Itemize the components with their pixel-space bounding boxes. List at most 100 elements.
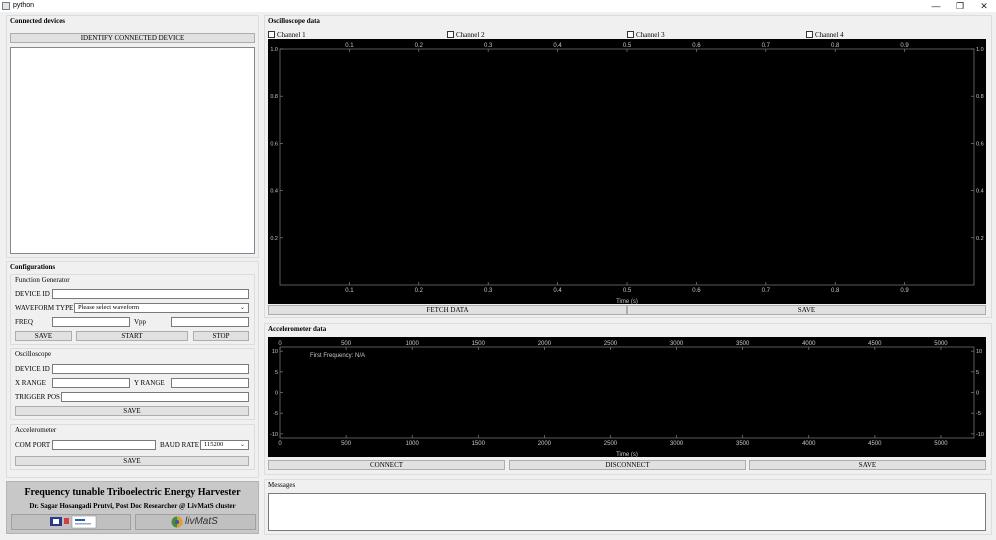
- x-tick-label-bottom: 0.4: [553, 288, 562, 294]
- waveform-type-select[interactable]: Please select waveform ⌄: [74, 303, 249, 313]
- y-tick-label-left: -10: [270, 432, 278, 438]
- channel-2-label: Channel 2: [456, 31, 485, 39]
- fg-start-button[interactable]: START: [76, 331, 188, 341]
- accelerometer-config-title: Accelerometer: [15, 426, 57, 434]
- oscilloscope-config-title: Oscilloscope: [15, 350, 52, 358]
- channel-3-checkbox[interactable]: Channel 3: [627, 31, 665, 39]
- accel-save-data-button[interactable]: SAVE: [749, 460, 986, 470]
- fg-device-id-input[interactable]: [52, 289, 249, 299]
- baud-rate-value: 115200: [204, 441, 224, 448]
- x-tick-label-bottom: 0.8: [831, 288, 840, 294]
- x-tick-label-top: 4000: [802, 341, 816, 347]
- channel-4-checkbox[interactable]: Channel 4: [806, 31, 844, 39]
- x-tick-label-top: 3000: [670, 341, 684, 347]
- x-tick-label-bottom: 0.7: [762, 288, 771, 294]
- accel-save-button[interactable]: SAVE: [15, 456, 249, 466]
- com-port-label: COM PORT: [15, 441, 51, 449]
- connect-button[interactable]: CONNECT: [268, 460, 505, 470]
- trigger-pos-label: TRIGGER POS: [15, 393, 60, 401]
- fg-save-button[interactable]: SAVE: [15, 331, 72, 341]
- trigger-pos-input[interactable]: [61, 392, 249, 402]
- x-tick-label-top: 1500: [472, 341, 486, 347]
- x-tick-label-bottom: 4000: [802, 441, 816, 447]
- identify-device-button[interactable]: IDENTIFY CONNECTED DEVICE: [10, 33, 255, 43]
- x-tick-label-top: 2500: [604, 341, 618, 347]
- checkbox-icon: [447, 31, 454, 38]
- x-tick-label-bottom: 0.2: [415, 288, 424, 294]
- y-tick-label-left: 1.0: [270, 47, 278, 53]
- y-tick-label-left: 5: [275, 370, 278, 376]
- x-tick-label-bottom: 0.5: [623, 288, 632, 294]
- oscilloscope-plot-svg: 0.1 0.1 0.2 0.2 0.3 0.3 0.4 0.4 0.5 0.5 0.6 0.6 0.7 0…: [270, 43, 984, 304]
- x-tick-label-top: 0.3: [484, 43, 493, 49]
- x-tick-label-bottom: 1000: [406, 441, 420, 447]
- y-tick-label-left: -5: [273, 411, 278, 417]
- configurations-title: Configurations: [10, 263, 56, 271]
- x-axis-label: Time (s): [616, 452, 638, 457]
- x-tick-label-top: 0.4: [553, 43, 562, 49]
- fg-stop-button[interactable]: STOP: [193, 331, 249, 341]
- baud-rate-select[interactable]: 115200 ⌄: [200, 440, 249, 450]
- y-tick-label-right: -10: [976, 432, 984, 438]
- x-tick-label-top: 5000: [934, 341, 948, 347]
- accelerometer-plot[interactable]: 0 0 500 500 1000 1000 1500 1500 2000 2000 2500 2500…: [268, 337, 986, 457]
- x-tick-label-top: 0.2: [415, 43, 424, 49]
- function-generator-title: Function Generator: [15, 276, 70, 284]
- channel-4-label: Channel 4: [815, 31, 844, 39]
- x-tick-label-bottom: 0.6: [692, 288, 701, 294]
- x-tick-label-top: 3500: [736, 341, 750, 347]
- x-tick-label-bottom: 3500: [736, 441, 750, 447]
- y-tick-label-left: 0: [275, 391, 278, 397]
- channel-1-checkbox[interactable]: Channel 1: [268, 31, 306, 39]
- chevron-down-icon: ⌄: [239, 442, 245, 448]
- institution-logos: [11, 514, 131, 530]
- device-list[interactable]: [10, 47, 255, 254]
- osc-device-id-input[interactable]: [52, 364, 249, 374]
- oscilloscope-data-title: Oscilloscope data: [268, 17, 320, 25]
- accelerometer-plot-svg: 0050050010001000150015002000200025002500…: [270, 341, 984, 457]
- minimize-icon[interactable]: —: [924, 0, 948, 12]
- restore-icon[interactable]: ❐: [948, 0, 972, 12]
- x-range-input[interactable]: [52, 378, 130, 388]
- y-tick-label-left: 0.2: [270, 236, 278, 242]
- x-tick-label-top: 500: [341, 341, 352, 347]
- y-tick-label-right: 10: [976, 349, 982, 355]
- freq-input[interactable]: [52, 317, 130, 327]
- accelerometer-data-title: Accelerometer data: [268, 325, 327, 333]
- x-tick-label-bottom: 0.9: [900, 288, 909, 294]
- x-tick-label-bottom: 2000: [538, 441, 552, 447]
- x-tick-label-top: 0: [278, 341, 282, 347]
- x-tick-label-top: 0.9: [900, 43, 909, 49]
- y-range-input[interactable]: [171, 378, 249, 388]
- first-frequency-annotation: First Frequency: N/A: [310, 353, 365, 359]
- x-axis-label: Time (s): [616, 299, 638, 304]
- x-tick-label-top: 0.5: [623, 43, 632, 49]
- disconnect-button[interactable]: DISCONNECT: [509, 460, 746, 470]
- y-tick-label-right: 0.6: [976, 141, 984, 147]
- x-tick-label-bottom: 2500: [604, 441, 618, 447]
- x-tick-label-bottom: 0.1: [345, 288, 354, 294]
- scope-save-button[interactable]: SAVE: [627, 305, 986, 315]
- channel-3-label: Channel 3: [636, 31, 665, 39]
- oscilloscope-plot[interactable]: 0.1 0.1 0.2 0.2 0.3 0.3 0.4 0.4 0.5 0.5 0.6 0.6 0.7 0…: [268, 39, 986, 304]
- y-tick-label-right: -5: [976, 411, 981, 417]
- y-tick-label-right: 0.2: [976, 236, 984, 242]
- y-tick-label-left: 10: [272, 349, 278, 355]
- channel-2-checkbox[interactable]: Channel 2: [447, 31, 485, 39]
- x-tick-label-bottom: 0: [278, 441, 282, 447]
- vpp-input[interactable]: [171, 317, 249, 327]
- waveform-type-label: WAVEFORM TYPE: [15, 304, 74, 312]
- com-port-input[interactable]: [52, 440, 156, 450]
- university-logo-icon: [50, 515, 97, 529]
- fetch-data-button[interactable]: FETCH DATA: [268, 305, 627, 315]
- y-tick-label-left: 0.6: [270, 141, 278, 147]
- y-range-label: Y RANGE: [134, 379, 165, 387]
- osc-save-button[interactable]: SAVE: [15, 406, 249, 416]
- x-tick-label-top: 0.7: [762, 43, 771, 49]
- messages-textbox[interactable]: [268, 493, 986, 531]
- close-icon[interactable]: ✕: [972, 0, 996, 12]
- vpp-label: Vpp: [134, 318, 147, 326]
- y-tick-label-right: 0.8: [976, 94, 984, 100]
- y-tick-label-left: 0.8: [270, 94, 278, 100]
- x-tick-label-top: 4500: [868, 341, 882, 347]
